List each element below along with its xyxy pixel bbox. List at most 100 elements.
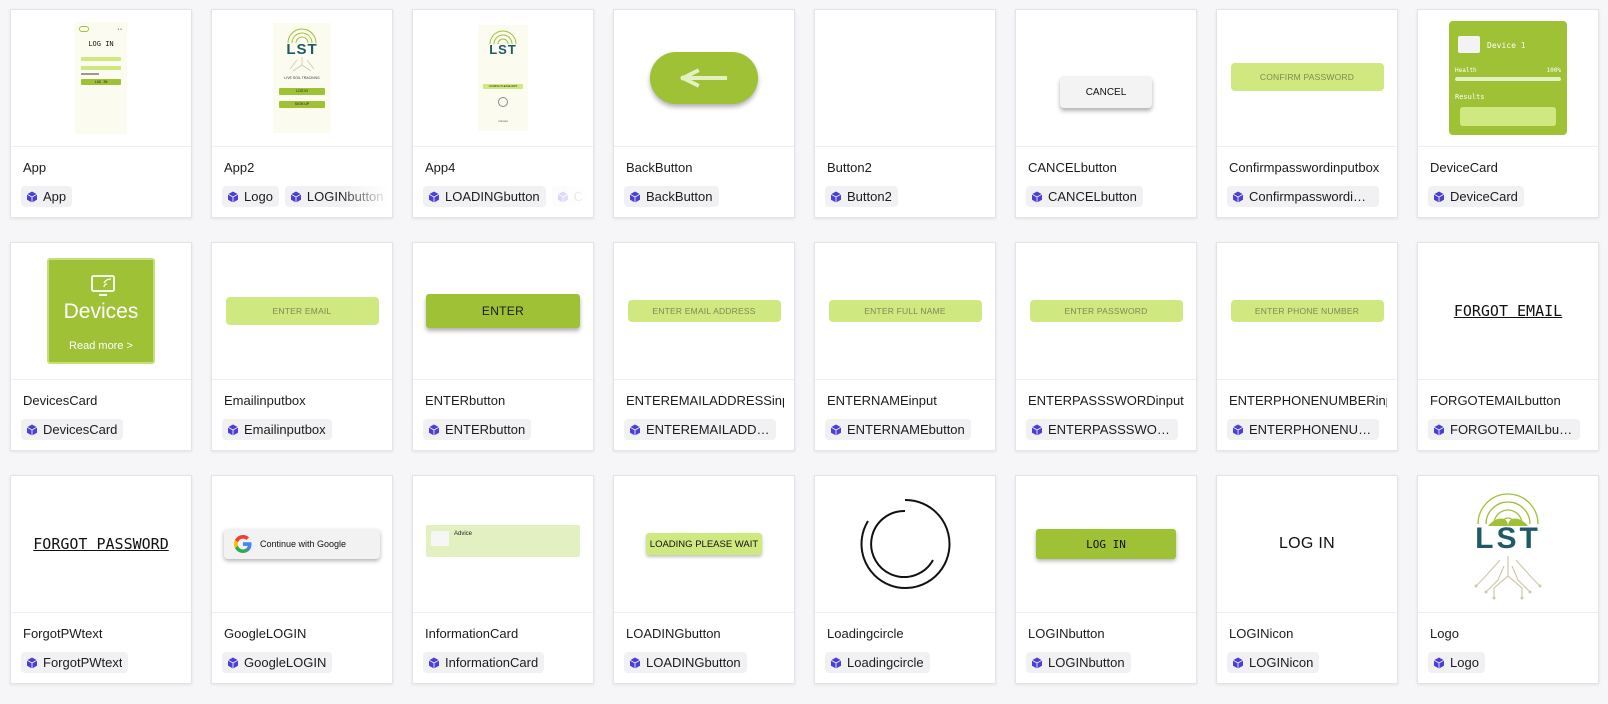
card-preview <box>815 10 995 147</box>
component-card-forgotemailbutton[interactable]: FORGOT EMAIL FORGOTEMAILbutton FORGOTEMA… <box>1417 242 1599 451</box>
component-tag[interactable]: Logo <box>222 186 279 207</box>
component-tag[interactable]: ENTERNAMEbutton <box>825 419 971 440</box>
component-icon <box>1031 424 1043 435</box>
card-tags: InformationCard <box>423 652 591 673</box>
card-tags: CANCELbutton <box>1026 186 1194 207</box>
component-tag[interactable]: LOGINicon <box>1227 652 1320 673</box>
card-preview: CANCEL <box>1016 10 1196 147</box>
card-title: ForgotPWtext <box>23 626 103 641</box>
phone-login-button: LOG IN <box>81 79 121 85</box>
roots-icon <box>289 57 315 72</box>
component-tag[interactable]: Button2 <box>825 186 898 207</box>
app4-footer: Cancel <box>498 119 508 123</box>
card-title: Emailinputbox <box>224 393 306 408</box>
component-tag[interactable]: DeviceCard <box>1428 186 1524 207</box>
app4-loading-button: LOADING PLEASE WAIT <box>483 84 523 89</box>
card-preview: Device 1 Health 100% Results <box>1418 10 1598 147</box>
component-tag[interactable]: FORGOTEMAILbutton <box>1428 419 1580 440</box>
card-tags: Emailinputbox <box>222 419 390 440</box>
card-tags: LOGINicon <box>1227 652 1395 673</box>
card-tags: Logo <box>1428 652 1596 673</box>
component-tag[interactable]: Loadingcircle <box>825 652 930 673</box>
card-title: GoogleLOGIN <box>224 626 307 641</box>
component-tag[interactable]: LOADINGbutton <box>423 186 546 207</box>
card-tags: GoogleLOGIN <box>222 652 390 673</box>
component-card-confirmpasswordinputbox[interactable]: CONFIRM PASSWORD Confirmpasswordinputbox… <box>1216 9 1398 218</box>
component-icon <box>227 424 239 435</box>
component-tag[interactable]: C <box>551 186 590 207</box>
component-tag[interactable]: ENTERbutton <box>423 419 532 440</box>
component-icon <box>26 191 38 202</box>
card-preview: LOG IN <box>1016 476 1196 613</box>
component-card-enterphonenumberinput[interactable]: ENTER PHONE NUMBER ENTERPHONENUMBERinput… <box>1216 242 1398 451</box>
card-title: Loadingcircle <box>827 626 904 641</box>
back-arrow-icon <box>680 68 727 88</box>
component-card-emailinputbox[interactable]: ENTER EMAIL Emailinputbox Emailinputbox <box>211 242 393 451</box>
card-tags: LOADINGbutton C <box>423 186 591 207</box>
component-card-devicescard[interactable]: Devices Read more > DevicesCard DevicesC… <box>10 242 192 451</box>
component-tag[interactable]: ENTEREMAILADDRESSinput <box>624 419 776 440</box>
card-title: App4 <box>425 160 456 175</box>
results-label: Results <box>1455 93 1485 101</box>
component-tag[interactable]: InformationCard <box>423 652 545 673</box>
component-card-enteremailaddressinput[interactable]: ENTER EMAIL ADDRESS ENTEREMAILADDRESSinp… <box>613 242 795 451</box>
component-tag[interactable]: CANCELbutton <box>1026 186 1143 207</box>
component-tag[interactable]: ENTERPASSSWORDinput <box>1026 419 1178 440</box>
card-preview: Devices Read more > <box>11 243 191 380</box>
component-card-googlelogin[interactable]: Continue with Google GoogleLOGIN GoogleL… <box>211 475 393 684</box>
login-button-preview: LOG IN <box>1036 529 1176 559</box>
component-card-loginicon[interactable]: LOG IN LOGINicon LOGINicon <box>1216 475 1398 684</box>
component-card-app[interactable]: ● ● LOG IN LOG IN App App <box>10 9 192 218</box>
login-text-preview: LOG IN <box>1278 535 1336 552</box>
component-tag[interactable]: Emailinputbox <box>222 419 332 440</box>
card-preview: FORGOT EMAIL <box>1418 243 1598 380</box>
card-preview: Continue with Google <box>212 476 392 613</box>
cancel-button-preview: CANCEL <box>1060 76 1152 108</box>
component-tag[interactable]: DevicesCard <box>21 419 124 440</box>
card-title: ENTERbutton <box>425 393 506 408</box>
card-tags: App <box>21 186 189 207</box>
loading-circle-icon <box>860 498 951 589</box>
component-card-app2[interactable]: LST LIVE SOIL TRACKING LOG IN SIGN UP Ap… <box>211 9 393 218</box>
info-image-icon <box>431 531 449 546</box>
card-preview: ENTER PHONE NUMBER <box>1217 243 1397 380</box>
component-card-loadingcircle[interactable]: Loadingcircle Loadingcircle <box>814 475 996 684</box>
component-tag[interactable]: GoogleLOGIN <box>222 652 333 673</box>
component-tag[interactable]: ENTERPHONENUMBERinput <box>1227 419 1379 440</box>
component-card-backbutton[interactable]: BackButton BackButton <box>613 9 795 218</box>
component-card-app4[interactable]: LST LOADING PLEASE WAIT Cancel App4 LOAD… <box>412 9 594 218</box>
component-card-enternameinput[interactable]: ENTER FULL NAME ENTERNAMEinput ENTERNAME… <box>814 242 996 451</box>
component-icon <box>629 424 641 435</box>
component-tag[interactable]: Logo <box>1428 652 1485 673</box>
card-preview: FORGOT PASSWORD <box>11 476 191 613</box>
component-card-forgotpwtext[interactable]: FORGOT PASSWORD ForgotPWtext ForgotPWtex… <box>10 475 192 684</box>
card-preview <box>614 10 794 147</box>
card-title: App2 <box>224 160 255 175</box>
component-card-loadingbutton[interactable]: LOADING PLEASE WAIT LOADINGbutton LOADIN… <box>613 475 795 684</box>
component-card-button2[interactable]: Button2 Button2 <box>814 9 996 218</box>
component-card-devicecard[interactable]: Device 1 Health 100% Results DeviceCard … <box>1417 9 1599 218</box>
component-tag[interactable]: Confirmpasswordinputbox <box>1227 186 1379 207</box>
card-title: ENTEREMAILADDRESSinput <box>626 393 784 408</box>
lst-logo-text: LST <box>286 41 318 58</box>
card-preview: LOG IN <box>1217 476 1397 613</box>
component-grid: ● ● LOG IN LOG IN App App LST LIVE SOIL … <box>10 9 1599 684</box>
device-image-icon <box>1458 36 1480 53</box>
component-tag[interactable]: ForgotPWtext <box>21 652 129 673</box>
component-tag[interactable]: App <box>21 186 73 207</box>
component-card-enterpassswordinput[interactable]: ENTER PASSWORD ENTERPASSSWORDinput ENTER… <box>1015 242 1197 451</box>
component-tag[interactable]: LOGINbutton <box>284 186 390 207</box>
component-tag[interactable]: LOGINbutton <box>1026 652 1131 673</box>
card-title: FORGOTEMAILbutton <box>1430 393 1561 408</box>
component-tag[interactable]: BackButton <box>624 186 719 207</box>
card-tags: Button2 <box>825 186 993 207</box>
component-card-cancelbutton[interactable]: CANCEL CANCELbutton CANCELbutton <box>1015 9 1197 218</box>
component-card-enterbutton[interactable]: ENTER ENTERbutton ENTERbutton <box>412 242 594 451</box>
component-card-informationcard[interactable]: Advice InformationCard InformationCard <box>412 475 594 684</box>
card-tags: DeviceCard <box>1428 186 1596 207</box>
component-card-loginbutton[interactable]: LOG IN LOGINbutton LOGINbutton <box>1015 475 1197 684</box>
app2-phone-preview: LST LIVE SOIL TRACKING LOG IN SIGN UP <box>273 23 331 133</box>
card-preview: ENTER FULL NAME <box>815 243 995 380</box>
component-tag[interactable]: LOADINGbutton <box>624 652 747 673</box>
component-card-logo[interactable]: LST Logo Logo <box>1417 475 1599 684</box>
